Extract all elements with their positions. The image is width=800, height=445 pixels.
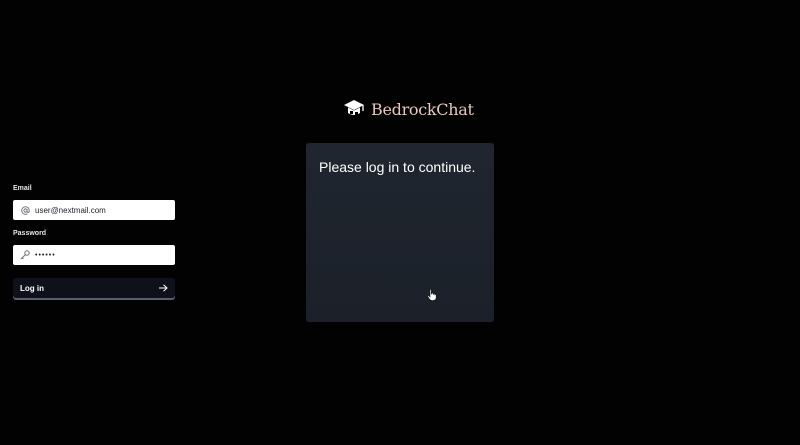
password-field-wrapper[interactable] [13, 245, 175, 265]
key-icon [18, 250, 32, 260]
arrow-right-icon [158, 284, 168, 292]
login-card: Please log in to continue. [306, 143, 494, 322]
email-label: Email [13, 185, 32, 192]
password-label: Password [13, 230, 47, 237]
login-title: Please log in to continue. [319, 159, 476, 175]
brand-name: BedrockChat [371, 99, 474, 119]
login-button-label: Log in [20, 283, 44, 293]
password-field[interactable] [32, 246, 170, 264]
graduation-cap-icon [343, 98, 365, 120]
login-button[interactable]: Log in [13, 278, 175, 298]
login-page: BedrockChat Please log in to continue. E… [0, 0, 800, 445]
at-sign-icon [18, 205, 32, 215]
email-field[interactable] [32, 201, 170, 219]
email-field-wrapper[interactable] [13, 200, 175, 220]
brand-logo: BedrockChat [343, 96, 474, 122]
hand-pointer-cursor-icon [427, 288, 437, 301]
